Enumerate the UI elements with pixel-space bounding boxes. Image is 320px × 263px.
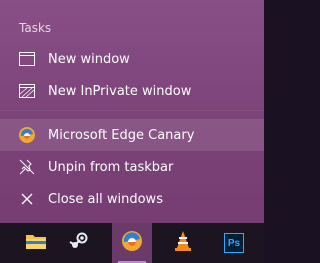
close-icon — [18, 190, 36, 208]
folder-icon — [25, 232, 47, 254]
taskbar: Ps — [0, 223, 264, 263]
new-window-item[interactable]: New window — [0, 43, 264, 75]
taskbar-steam[interactable] — [59, 223, 99, 263]
unpin-icon — [18, 158, 36, 176]
section-divider — [0, 110, 264, 111]
edge-canary-label: Microsoft Edge Canary — [48, 127, 195, 143]
inprivate-window-icon — [18, 82, 36, 100]
unpin-from-taskbar-item[interactable]: Unpin from taskbar — [0, 151, 264, 183]
close-all-windows-label: Close all windows — [48, 191, 163, 207]
taskbar-photoshop[interactable]: Ps — [214, 223, 254, 263]
photoshop-icon-text: Ps — [227, 237, 241, 249]
edge-canary-icon — [18, 126, 36, 144]
taskbar-file-explorer[interactable] — [16, 223, 56, 263]
new-inprivate-window-item[interactable]: New InPrivate window — [0, 75, 264, 107]
jump-list-menu: Tasks New window New InPrivate window Mi… — [0, 0, 264, 223]
window-icon — [18, 50, 36, 68]
close-all-windows-item[interactable]: Close all windows — [0, 183, 264, 215]
new-window-label: New window — [48, 51, 130, 67]
new-inprivate-window-label: New InPrivate window — [48, 83, 192, 99]
open-edge-canary-item[interactable]: Microsoft Edge Canary — [0, 119, 264, 151]
taskbar-vlc[interactable] — [163, 223, 203, 263]
vlc-cone-icon — [173, 230, 193, 256]
steam-icon — [69, 231, 89, 255]
tasks-section-title: Tasks — [19, 21, 52, 35]
unpin-label: Unpin from taskbar — [48, 159, 174, 175]
edge-canary-icon — [121, 230, 143, 256]
photoshop-icon: Ps — [224, 233, 244, 253]
taskbar-edge-canary[interactable] — [112, 223, 152, 263]
